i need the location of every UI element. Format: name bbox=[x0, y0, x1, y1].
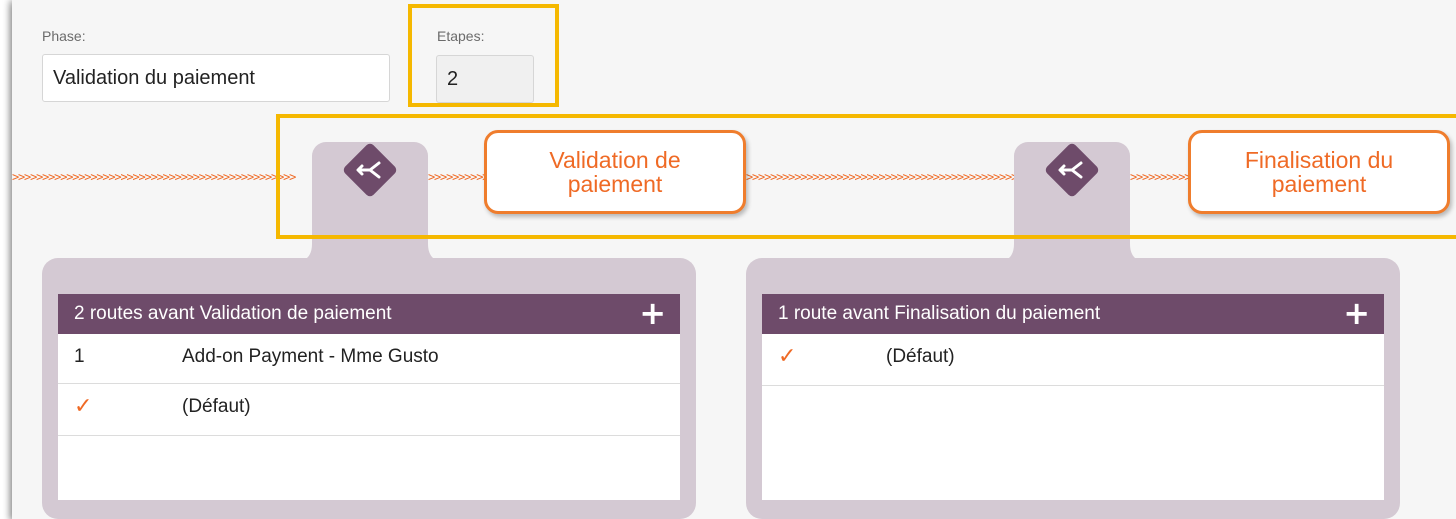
workflow-editor: Phase: Validation du paiement Etapes: 2 … bbox=[12, 0, 1456, 519]
step-title-line: Finalisation du bbox=[1244, 147, 1394, 173]
check-icon: ✓ bbox=[74, 394, 93, 419]
routes-panel-title: 2 routes avant Validation de paiement bbox=[74, 303, 392, 324]
step-title-line: Validation de bbox=[549, 147, 681, 173]
routes-list-2: 1 route avant Finalisation du paiement +… bbox=[762, 294, 1384, 500]
etapes-input-value: 2 bbox=[447, 67, 459, 90]
routes-panel-header: 2 routes avant Validation de paiement + bbox=[58, 294, 680, 334]
phase-input-value: Validation du paiement bbox=[53, 66, 255, 89]
step-title-line: paiement bbox=[567, 171, 663, 197]
flow-arrow-line: >>>>>>>>>>>>>>>>>>>>>>>>>>>>>>>>>>>>>>>>… bbox=[428, 170, 484, 184]
route-name: (Défaut) bbox=[182, 396, 251, 417]
split-route-icon bbox=[356, 161, 381, 179]
route-name: Add-on Payment - Mme Gusto bbox=[182, 346, 439, 367]
flow-arrow-line: >>>>>>>>>>>>>>>>>>>>>>>>>>>>>>>>>>>>>>>>… bbox=[746, 170, 1014, 184]
flow-arrow-line: >>>>>>>>>>>>>>>>>>>>>>>>>>>>>>>>>>>>>>>>… bbox=[12, 170, 296, 184]
routes-panel-2: 1 route avant Finalisation du paiement +… bbox=[746, 258, 1400, 519]
route-row[interactable]: ✓ (Défaut) bbox=[762, 334, 1384, 386]
routes-panel-header: 1 route avant Finalisation du paiement + bbox=[762, 294, 1384, 334]
step-title-line: paiement bbox=[1271, 171, 1367, 197]
step-validation-de-paiement[interactable]: Validation de paiement bbox=[484, 130, 746, 214]
step-finalisation-du-paiement[interactable]: Finalisation du paiement bbox=[1188, 130, 1450, 214]
phase-input[interactable]: Validation du paiement bbox=[42, 54, 390, 102]
route-row[interactable]: ✓ (Défaut) bbox=[58, 384, 680, 436]
plus-icon[interactable]: + bbox=[1343, 297, 1370, 329]
check-icon: ✓ bbox=[778, 344, 797, 369]
route-priority: 1 bbox=[74, 346, 85, 367]
plus-icon[interactable]: + bbox=[639, 297, 666, 329]
route-name: (Défaut) bbox=[886, 346, 955, 367]
route-row[interactable]: 1 Add-on Payment - Mme Gusto bbox=[58, 334, 680, 384]
phase-label: Phase: bbox=[42, 28, 86, 44]
etapes-label: Etapes: bbox=[437, 28, 485, 44]
etapes-input[interactable]: 2 bbox=[436, 55, 534, 103]
routes-panel-title: 1 route avant Finalisation du paiement bbox=[778, 303, 1101, 324]
split-route-icon bbox=[1058, 161, 1083, 179]
routes-list-1: 2 routes avant Validation de paiement + … bbox=[58, 294, 680, 500]
flow-arrow-line: >>>>>>>>>>>>>>>>>>>>>>>>>>>>>>>>>>>>>>>>… bbox=[1130, 170, 1188, 184]
routes-panel-1: 2 routes avant Validation de paiement + … bbox=[42, 258, 696, 519]
